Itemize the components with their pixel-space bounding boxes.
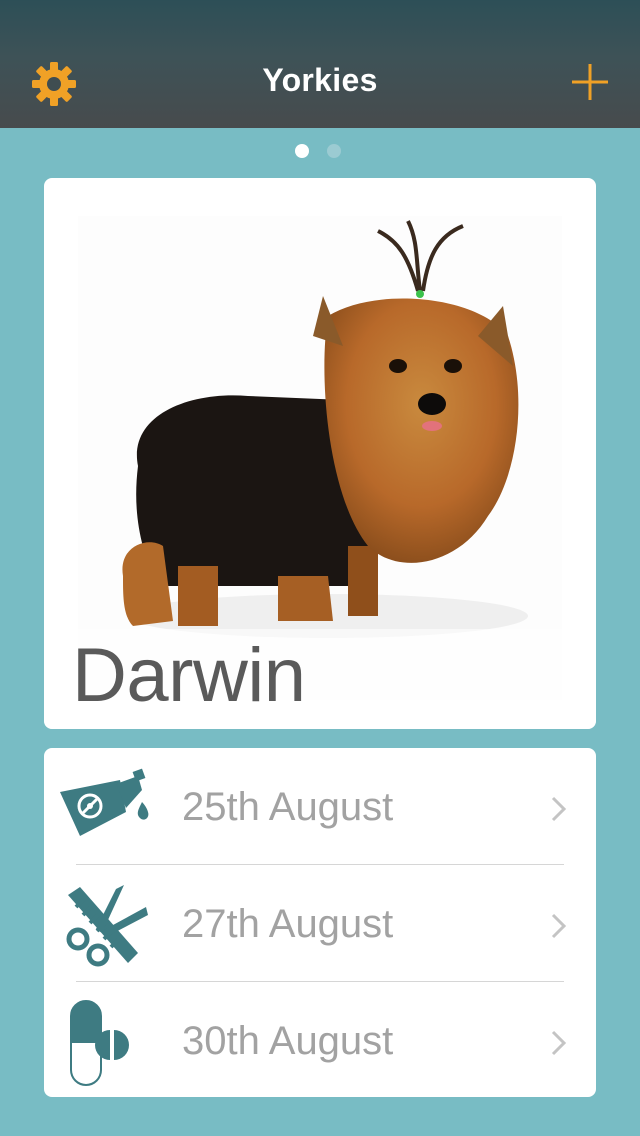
flea-treatment-icon — [60, 768, 149, 836]
pet-photo — [78, 216, 562, 700]
reminder-row-flea-treatment[interactable]: 25th August — [44, 748, 596, 864]
reminder-row-medication[interactable]: 30th August — [44, 982, 596, 1098]
navigation-bar: Yorkies — [0, 0, 640, 128]
reminder-date: 25th August — [182, 785, 394, 829]
add-button[interactable] — [570, 62, 610, 102]
medication-icon — [70, 1000, 129, 1086]
pet-card[interactable]: Darwin — [44, 178, 596, 729]
page-title: Yorkies — [262, 62, 378, 98]
page-dot-active[interactable] — [295, 144, 309, 158]
plus-icon — [572, 64, 608, 100]
page-dot[interactable] — [327, 144, 341, 158]
chevron-right-icon — [551, 1030, 567, 1056]
chevron-right-icon — [551, 913, 567, 939]
grooming-icon — [66, 885, 148, 967]
reminders-list: 25th August 27th August 30th August — [44, 748, 596, 1097]
reminder-date: 27th August — [182, 902, 394, 946]
reminder-row-grooming[interactable]: 27th August — [44, 865, 596, 981]
chevron-right-icon — [551, 796, 567, 822]
pet-name: Darwin — [72, 633, 306, 718]
reminder-date: 30th August — [182, 1019, 394, 1063]
page-indicator[interactable] — [0, 144, 640, 158]
